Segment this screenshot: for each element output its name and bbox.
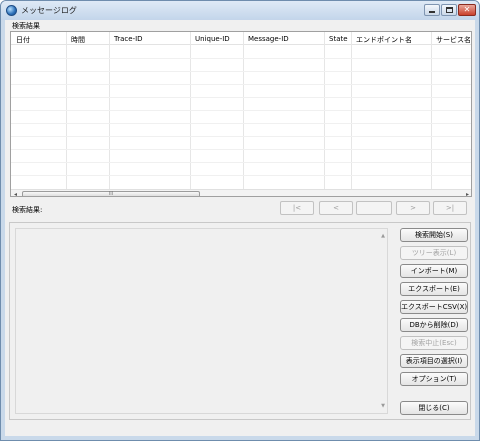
previous-page-button[interactable]: < <box>319 201 353 215</box>
scroll-thumb[interactable]: III <box>22 191 200 197</box>
scroll-right-arrow-icon[interactable]: ▸ <box>463 190 471 196</box>
results-grid[interactable]: 日付 時間 Trace-ID Unique-ID Message-ID Stat… <box>10 31 472 197</box>
row-divider <box>11 84 471 85</box>
row-divider <box>11 136 471 137</box>
column-header-service-name[interactable]: サービス名 <box>436 35 471 45</box>
app-globe-icon <box>6 5 17 16</box>
scroll-thumb-grip: III <box>108 191 114 197</box>
tree-view-button[interactable]: ツリー表示(L) <box>400 246 468 260</box>
maximize-button[interactable] <box>441 4 457 16</box>
export-button[interactable]: エクスポート(E) <box>400 282 468 296</box>
close-button[interactable]: 閉じる(C) <box>400 401 468 415</box>
select-columns-button[interactable]: 表示項目の選択(I) <box>400 354 468 368</box>
row-divider <box>11 149 471 150</box>
title-bar[interactable]: メッセージログ ✕ <box>1 1 479 20</box>
row-divider <box>11 71 471 72</box>
column-header-unique-id[interactable]: Unique-ID <box>195 35 230 43</box>
client-area: 検索結果 日付 時間 Trace-ID Unique-ID Message-ID… <box>5 20 475 436</box>
results-section-title: 検索結果 <box>12 22 40 30</box>
window-title: メッセージログ <box>21 6 77 15</box>
column-header-trace-id[interactable]: Trace-ID <box>114 35 143 43</box>
grid-header: 日付 時間 Trace-ID Unique-ID Message-ID Stat… <box>11 32 471 45</box>
row-divider <box>11 175 471 176</box>
scroll-down-arrow-icon[interactable]: ▼ <box>381 403 385 409</box>
row-divider <box>11 123 471 124</box>
close-icon: ✕ <box>463 5 471 14</box>
row-divider <box>11 110 471 111</box>
export-csv-button[interactable]: エクスポートCSV(X) <box>400 300 468 314</box>
column-header-state[interactable]: State <box>329 35 348 43</box>
first-page-button[interactable]: |< <box>280 201 314 215</box>
minimize-icon <box>429 11 435 13</box>
import-button[interactable]: インポート(M) <box>400 264 468 278</box>
last-page-button[interactable]: >| <box>433 201 467 215</box>
close-window-button[interactable]: ✕ <box>458 4 476 16</box>
next-page-button[interactable]: > <box>396 201 430 215</box>
row-divider <box>11 58 471 59</box>
column-header-time[interactable]: 時間 <box>71 35 85 45</box>
result-count-label: 検索結果: <box>12 206 43 214</box>
column-header-message-id[interactable]: Message-ID <box>248 35 289 43</box>
row-divider <box>11 162 471 163</box>
page-number-field[interactable] <box>356 201 392 215</box>
maximize-icon <box>445 7 453 13</box>
row-divider <box>11 97 471 98</box>
scroll-up-arrow-icon[interactable]: ▲ <box>381 233 385 239</box>
horizontal-scrollbar[interactable]: ◂ III ▸ <box>11 189 471 197</box>
options-button[interactable]: オプション(T) <box>400 372 468 386</box>
detail-panel: ▲ ▼ 検索開始(S) ツリー表示(L) インポート(M) エクスポート(E) … <box>9 222 471 420</box>
scroll-left-arrow-icon[interactable]: ◂ <box>11 190 20 196</box>
delete-from-db-button[interactable]: DBから削除(D) <box>400 318 468 332</box>
column-header-endpoint-name[interactable]: エンドポイント名 <box>356 35 412 45</box>
message-log-window: メッセージログ ✕ 検索結果 日付 時間 Trace-ID Unique-ID … <box>0 0 480 441</box>
status-strip <box>5 425 475 436</box>
search-start-button[interactable]: 検索開始(S) <box>400 228 468 242</box>
message-detail-area[interactable]: ▲ ▼ <box>15 228 388 414</box>
search-stop-button[interactable]: 検索中止(Esc) <box>400 336 468 350</box>
minimize-button[interactable] <box>424 4 440 16</box>
column-header-date[interactable]: 日付 <box>16 35 30 45</box>
